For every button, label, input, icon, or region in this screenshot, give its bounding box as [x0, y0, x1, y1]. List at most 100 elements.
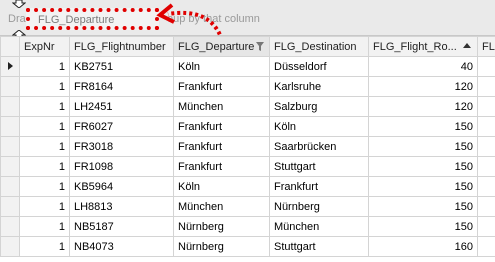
- cell-extra[interactable]: [477, 196, 495, 217]
- cell-flight-route[interactable]: 150: [368, 136, 478, 157]
- row-indicator: [0, 156, 20, 177]
- filter-icon[interactable]: [256, 42, 264, 51]
- cell-extra[interactable]: [477, 76, 495, 97]
- cell-flightnumber[interactable]: LH2451: [69, 96, 174, 117]
- cell-flightnumber[interactable]: FR3018: [69, 136, 174, 157]
- cell-departure[interactable]: Frankfurt: [173, 76, 270, 97]
- cell-extra[interactable]: [477, 116, 495, 137]
- cell-extra[interactable]: [477, 96, 495, 117]
- table-row[interactable]: 1 LH2451 München Salzburg 120: [0, 96, 495, 117]
- cell-extra[interactable]: [477, 236, 495, 257]
- cell-extra[interactable]: [477, 56, 495, 77]
- cell-departure[interactable]: Frankfurt: [173, 116, 270, 137]
- column-header-expnr[interactable]: ExpNr: [19, 36, 70, 57]
- cell-departure[interactable]: Frankfurt: [173, 156, 270, 177]
- cell-expnr[interactable]: 1: [19, 216, 70, 237]
- cell-departure[interactable]: Nürnberg: [173, 216, 270, 237]
- cell-destination[interactable]: Düsseldorf: [269, 56, 369, 77]
- column-header-label: FLG_Flightnumber: [74, 40, 166, 53]
- cell-expnr[interactable]: 1: [19, 236, 70, 257]
- column-header-destination[interactable]: FLG_Destination: [269, 36, 369, 57]
- cell-extra[interactable]: [477, 176, 495, 197]
- cell-departure[interactable]: München: [173, 96, 270, 117]
- cell-expnr[interactable]: 1: [19, 136, 70, 157]
- cell-flight-route[interactable]: 150: [368, 216, 478, 237]
- cell-expnr[interactable]: 1: [19, 196, 70, 217]
- cell-destination[interactable]: Köln: [269, 116, 369, 137]
- cell-flight-route[interactable]: 150: [368, 196, 478, 217]
- cell-destination[interactable]: Nürnberg: [269, 196, 369, 217]
- cell-flight-route[interactable]: 150: [368, 156, 478, 177]
- column-header-extra[interactable]: FLG_: [477, 36, 495, 57]
- cell-departure[interactable]: Köln: [173, 176, 270, 197]
- cell-departure[interactable]: Nürnberg: [173, 236, 270, 257]
- cell-departure[interactable]: Köln: [173, 56, 270, 77]
- cell-destination[interactable]: München: [269, 216, 369, 237]
- row-indicator: [0, 136, 20, 157]
- table-row[interactable]: 1 FR3018 Frankfurt Saarbrücken 150: [0, 136, 495, 157]
- cell-flight-route[interactable]: 150: [368, 116, 478, 137]
- column-header-departure[interactable]: FLG_Departure: [173, 36, 270, 57]
- drop-arrow-down-icon: [12, 0, 26, 8]
- cell-flightnumber[interactable]: KB2751: [69, 56, 174, 77]
- cell-expnr[interactable]: 1: [19, 116, 70, 137]
- cell-extra[interactable]: [477, 136, 495, 157]
- cell-flightnumber[interactable]: LH8813: [69, 196, 174, 217]
- table-row[interactable]: 1 FR1098 Frankfurt Stuttgart 150: [0, 156, 495, 177]
- table-row[interactable]: 1 LH8813 München Nürnberg 150: [0, 196, 495, 217]
- column-header-label: FLG_Departure: [178, 40, 255, 53]
- cell-flight-route[interactable]: 160: [368, 236, 478, 257]
- header-row: ExpNr FLG_Flightnumber FLG_Departure FLG…: [0, 36, 495, 57]
- cell-expnr[interactable]: 1: [19, 96, 70, 117]
- row-indicator: [0, 116, 20, 137]
- cell-flight-route[interactable]: 120: [368, 76, 478, 97]
- cell-departure[interactable]: München: [173, 196, 270, 217]
- row-indicator: [0, 96, 20, 117]
- cell-departure[interactable]: Frankfurt: [173, 136, 270, 157]
- sort-ascending-icon: [463, 43, 471, 48]
- row-indicator: [0, 216, 20, 237]
- cell-flightnumber[interactable]: FR1098: [69, 156, 174, 177]
- cell-flightnumber[interactable]: NB4073: [69, 236, 174, 257]
- cell-destination[interactable]: Salzburg: [269, 96, 369, 117]
- table-row[interactable]: 1 KB2751 Köln Düsseldorf 40: [0, 56, 495, 77]
- row-indicator: [0, 176, 20, 197]
- cell-expnr[interactable]: 1: [19, 56, 70, 77]
- cell-destination[interactable]: Stuttgart: [269, 236, 369, 257]
- column-header-label: FLG_: [482, 40, 495, 53]
- table-row[interactable]: 1 NB4073 Nürnberg Stuttgart 160: [0, 236, 495, 257]
- flights-grid[interactable]: ExpNr FLG_Flightnumber FLG_Departure FLG…: [0, 36, 495, 257]
- column-header-label: FLG_Destination: [274, 40, 357, 53]
- table-row[interactable]: 1 FR8164 Frankfurt Karlsruhe 120: [0, 76, 495, 97]
- cell-flight-route[interactable]: 150: [368, 176, 478, 197]
- table-row[interactable]: 1 FR6027 Frankfurt Köln 150: [0, 116, 495, 137]
- column-header-flightnumber[interactable]: FLG_Flightnumber: [69, 36, 174, 57]
- cell-extra[interactable]: [477, 216, 495, 237]
- cell-flight-route[interactable]: 40: [368, 56, 478, 77]
- row-indicator: [0, 236, 20, 257]
- cell-flightnumber[interactable]: FR8164: [69, 76, 174, 97]
- cell-destination[interactable]: Stuttgart: [269, 156, 369, 177]
- cell-destination[interactable]: Frankfurt: [269, 176, 369, 197]
- dragged-column-chip[interactable]: FLG_Departure: [26, 8, 159, 30]
- row-indicator-header: [0, 36, 20, 57]
- row-indicator: [0, 196, 20, 217]
- table-row[interactable]: 1 KB5964 Köln Frankfurt 150: [0, 176, 495, 197]
- cell-extra[interactable]: [477, 156, 495, 177]
- cell-flight-route[interactable]: 120: [368, 96, 478, 117]
- cell-expnr[interactable]: 1: [19, 76, 70, 97]
- dragged-column-label: FLG_Departure: [38, 14, 115, 26]
- group-panel[interactable]: Drag a column header here to group by th…: [0, 0, 495, 41]
- cell-flightnumber[interactable]: KB5964: [69, 176, 174, 197]
- column-header-label: ExpNr: [24, 40, 55, 53]
- column-header-label: FLG_Flight_Ro...: [373, 40, 457, 53]
- cell-destination[interactable]: Karlsruhe: [269, 76, 369, 97]
- cell-expnr[interactable]: 1: [19, 176, 70, 197]
- cell-expnr[interactable]: 1: [19, 156, 70, 177]
- cell-flightnumber[interactable]: NB5187: [69, 216, 174, 237]
- table-row[interactable]: 1 NB5187 Nürnberg München 150: [0, 216, 495, 237]
- column-header-flight-route[interactable]: FLG_Flight_Ro...: [368, 36, 478, 57]
- row-indicator: [0, 76, 20, 97]
- cell-destination[interactable]: Saarbrücken: [269, 136, 369, 157]
- cell-flightnumber[interactable]: FR6027: [69, 116, 174, 137]
